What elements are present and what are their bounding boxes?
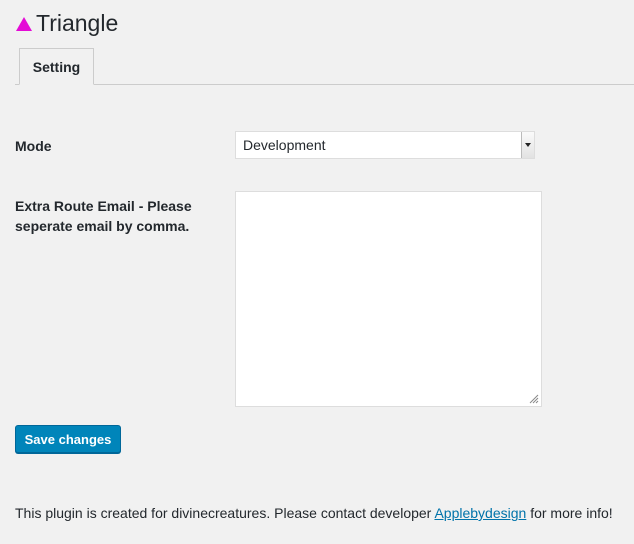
footer-note: This plugin is created for divinecreatur… bbox=[15, 503, 613, 523]
select-arrow-button[interactable] bbox=[521, 132, 534, 158]
footer-text-before: This plugin is created for divinecreatur… bbox=[15, 505, 435, 521]
tab-setting[interactable]: Setting bbox=[19, 48, 94, 85]
mode-label: Mode bbox=[15, 138, 52, 154]
developer-link[interactable]: Applebydesign bbox=[434, 505, 526, 521]
extra-route-email-label: Extra Route Email - Please seperate emai… bbox=[15, 198, 192, 234]
footer-text-after: for more info! bbox=[526, 505, 613, 521]
page-title: Triangle bbox=[16, 9, 118, 37]
mode-select[interactable]: Development bbox=[235, 131, 535, 159]
chevron-down-icon bbox=[525, 143, 531, 147]
tab-bar: Setting bbox=[15, 48, 634, 85]
resize-handle-icon[interactable] bbox=[529, 394, 539, 404]
triangle-icon bbox=[16, 16, 32, 31]
extra-route-email-textarea[interactable] bbox=[235, 191, 542, 407]
mode-select-value: Development bbox=[243, 137, 326, 153]
page-title-text: Triangle bbox=[36, 9, 119, 36]
save-button[interactable]: Save changes bbox=[15, 425, 121, 453]
